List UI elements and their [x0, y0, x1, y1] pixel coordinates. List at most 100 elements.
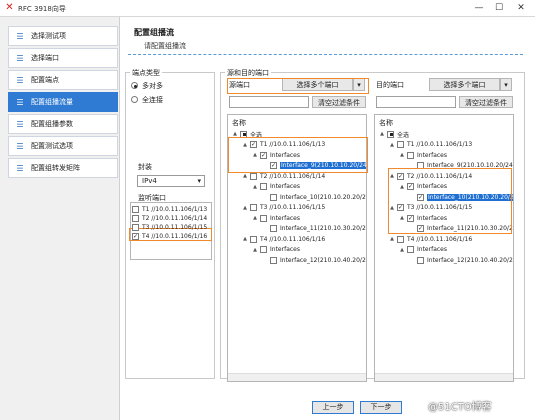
sidebar-item-endpoints[interactable]: ☰ 配置端点 [8, 70, 118, 90]
sidebar-item-label: 配置端点 [31, 76, 59, 84]
destination-horizontal-scrollbar[interactable] [375, 373, 513, 381]
expand-toggle-icon[interactable]: ▲ [242, 205, 248, 211]
checkbox[interactable] [260, 214, 267, 222]
page-title: 配置组播流 [134, 28, 174, 37]
source-horizontal-scrollbar[interactable] [228, 373, 366, 381]
expand-toggle-icon[interactable]: ▲ [252, 247, 258, 253]
maximize-button[interactable]: ☐ [491, 2, 507, 14]
radio-many-to-many-label: 多对多 [142, 82, 163, 90]
expand-toggle-icon[interactable]: ▲ [389, 236, 395, 242]
tree-node-label: Interfaces [270, 214, 300, 222]
tree-node-label: Interfaces [417, 246, 447, 253]
tree-node-label: Interfaces [417, 151, 447, 159]
sidebar: ☰ 选择测试项 ☰ 选择端口 ☰ 配置端点 ☰ 配置组播流量 ☰ 配置组播参数 ☰ 配置测试… [0, 17, 120, 420]
tree-node[interactable]: ▲ 全选 [379, 129, 409, 139]
source-filter-input[interactable] [229, 96, 309, 108]
tree-node[interactable]: ▲ Interfaces [252, 182, 300, 192]
expand-toggle-icon[interactable]: ▲ [389, 142, 395, 148]
destination-select-multiple-button[interactable]: 选择多个端口 [429, 78, 500, 91]
listen-port-item[interactable]: T4 //10.0.11.106/1/16 [132, 231, 207, 241]
expand-toggle-icon[interactable]: ▲ [242, 236, 248, 242]
previous-button[interactable]: 上一步 [312, 401, 354, 414]
tree-node[interactable]: ▲ T4 //10.0.11.106/1/16 [389, 234, 472, 244]
checkbox[interactable] [417, 256, 424, 264]
checkbox[interactable] [132, 232, 139, 240]
chevron-down-icon: ▾ [504, 81, 508, 89]
source-header-highlight [227, 78, 369, 94]
checkbox[interactable] [397, 141, 404, 148]
tree-node-label: Interface_11(210.10.30.20/24) [280, 225, 367, 232]
tree-node[interactable]: ▲ T1 //10.0.11.106/1/13 [389, 140, 472, 150]
tree-node-label: T4 //10.0.11.106/1/16 [407, 235, 473, 243]
header-divider [128, 54, 523, 55]
checkbox[interactable] [250, 204, 257, 211]
checkbox[interactable] [250, 235, 257, 243]
destination-dropdown-button[interactable]: ▾ [500, 78, 512, 91]
expand-toggle-icon[interactable]: ▲ [399, 152, 405, 158]
tree-node[interactable]: Interface_12(210.10.40.20/24) [409, 255, 514, 265]
tree-node[interactable]: ▲ T4 //10.0.11.106/1/16 [242, 234, 325, 244]
radio-many-to-many[interactable] [131, 82, 138, 89]
encapsulation-select[interactable]: IPv4 ▾ [137, 175, 205, 187]
checkbox[interactable] [270, 225, 277, 232]
expand-toggle-icon[interactable]: ▲ [399, 247, 405, 253]
sidebar-item-label: 选择端口 [31, 54, 59, 62]
radio-full-mesh[interactable] [131, 96, 138, 103]
checkbox[interactable] [270, 256, 277, 264]
page-subtitle: 请配置组播流 [144, 42, 186, 50]
tree-node[interactable]: ▲ T3 //10.0.11.106/1/15 [242, 203, 325, 213]
tree-node-label: Interfaces [270, 246, 300, 253]
tree-node[interactable]: Interface_11(210.10.30.20/24) [262, 224, 367, 234]
tree-node[interactable]: Interface_12(210.10.40.20/24) [262, 255, 366, 265]
expand-toggle-icon[interactable]: ▲ [252, 215, 258, 221]
checkbox[interactable] [397, 235, 404, 243]
source-clear-filter-button[interactable]: 清空过滤条件 [312, 96, 366, 108]
listen-port-label: T2 //10.0.11.106/1/14 [142, 214, 208, 222]
expand-toggle-icon[interactable]: ▲ [242, 173, 248, 179]
destination-title: 目的端口 [376, 81, 404, 89]
expand-toggle-icon[interactable]: ▲ [252, 184, 258, 190]
sidebar-item-test-options[interactable]: ☰ 配置测试选项 [8, 136, 118, 156]
sidebar-item-label: 选择测试项 [31, 32, 66, 40]
minimize-button[interactable]: — [471, 2, 487, 14]
checkbox[interactable] [407, 151, 414, 159]
sidebar-item-multicast-traffic[interactable]: ☰ 配置组播流量 [8, 92, 118, 112]
tree-node[interactable]: ▲ Interfaces [399, 245, 447, 255]
tree-node-label: T3 //10.0.11.106/1/15 [260, 204, 326, 211]
tree-node-label: Interface_12(210.10.40.20/24) [427, 256, 514, 264]
tree-node[interactable]: Interface_10(210.10.20.20/24) [262, 192, 366, 202]
checkbox[interactable] [132, 214, 139, 222]
checkbox[interactable] [250, 172, 257, 180]
destination-filter-input[interactable] [376, 96, 456, 108]
destination-column-header: 名称 [379, 119, 393, 127]
sidebar-item-forwarding-matrix[interactable]: ☰ 配置组转发矩阵 [8, 158, 118, 178]
radio-full-mesh-label: 全连接 [142, 96, 163, 104]
listen-port-label: T1 //10.0.11.106/1/13 [142, 205, 208, 213]
tree-node-label: Interfaces [270, 183, 300, 190]
checkbox[interactable] [387, 130, 394, 138]
checkbox[interactable] [260, 183, 267, 190]
checkbox[interactable] [132, 205, 139, 213]
destination-tree: 名称 ▲ 全选 ▲ T1 //10.0.11.106/1/13 ▲ Interfaces I… [374, 114, 514, 382]
checkbox[interactable] [407, 246, 414, 253]
checkbox[interactable] [260, 246, 267, 253]
expand-toggle-icon[interactable]: ▲ [379, 131, 385, 137]
list-icon: ☰ [16, 141, 24, 151]
next-button[interactable]: 下一步 [360, 401, 402, 414]
source-column-header: 名称 [232, 119, 246, 127]
list-icon: ☰ [16, 97, 24, 107]
list-icon: ☰ [16, 119, 24, 129]
checkbox[interactable] [132, 223, 139, 231]
tree-node[interactable]: ▲ Interfaces [399, 150, 447, 160]
tree-node-label: T2 //10.0.11.106/1/14 [260, 172, 326, 180]
close-button[interactable]: ✕ [513, 2, 529, 14]
tree-node[interactable]: ▲ Interfaces [252, 245, 300, 255]
sidebar-item-select-ports[interactable]: ☰ 选择端口 [8, 48, 118, 68]
sidebar-item-multicast-params[interactable]: ☰ 配置组播参数 [8, 114, 118, 134]
sidebar-item-select-tests[interactable]: ☰ 选择测试项 [8, 26, 118, 46]
tree-node-label: 全选 [397, 131, 410, 139]
destination-clear-filter-button[interactable]: 清空过滤条件 [459, 96, 513, 108]
tree-node[interactable]: ▲ Interfaces [252, 213, 300, 223]
checkbox[interactable] [270, 193, 277, 201]
sidebar-item-label: 配置组转发矩阵 [31, 164, 80, 172]
